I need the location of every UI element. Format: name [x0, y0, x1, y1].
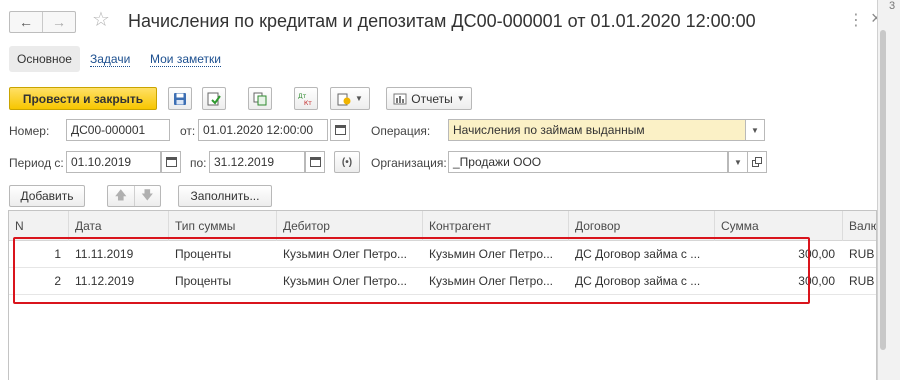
period-from-field[interactable]: 01.10.2019: [66, 151, 161, 173]
column-header-amount[interactable]: Сумма: [715, 211, 843, 241]
tab-my-notes[interactable]: Мои заметки: [150, 52, 221, 67]
fill-button[interactable]: Заполнить...: [178, 185, 272, 207]
period-to-field[interactable]: 31.12.2019: [209, 151, 305, 173]
cell-amount: 300,00: [798, 274, 835, 288]
tab-main[interactable]: Основное: [9, 46, 80, 72]
date-calendar-button[interactable]: [330, 119, 350, 141]
history-navigation: ← →: [9, 11, 76, 33]
reports-label: Отчеты: [411, 91, 453, 106]
post-button[interactable]: [202, 87, 226, 110]
chevron-down-icon: ▼: [751, 125, 759, 135]
cell-counterparty: Кузьмин Олег Петро...: [429, 274, 553, 288]
cell-contract: ДС Договор займа с ...: [575, 247, 701, 261]
period-to-label: по:: [190, 156, 207, 170]
move-up-icon[interactable]: 🡅: [108, 186, 135, 206]
period-select-icon: (•): [341, 156, 353, 168]
page-title: Начисления по кредитам и депозитам ДС00-…: [128, 11, 756, 31]
cell-amount-type: Проценты: [175, 274, 232, 288]
period-to-calendar-button[interactable]: [305, 151, 325, 173]
organization-label: Организация:: [371, 156, 447, 170]
create-based-on-dropdown[interactable]: ▼: [330, 87, 370, 110]
move-rows-group: 🡅 🡇: [107, 185, 161, 207]
cell-date: 11.11.2019: [75, 247, 134, 261]
column-header-date[interactable]: Дата: [69, 211, 169, 241]
more-icon[interactable]: ⋮: [848, 10, 865, 30]
cell-amount-type: Проценты: [175, 247, 232, 261]
copy-document-icon: [253, 92, 267, 105]
kt-label: Кт: [304, 100, 312, 106]
cell-date: 11.12.2019: [75, 274, 135, 288]
copy-document-button[interactable]: [248, 87, 272, 110]
chevron-down-icon: ▼: [734, 157, 742, 167]
move-down-icon[interactable]: 🡇: [135, 186, 161, 206]
cell-n: 2: [54, 274, 61, 288]
cell-debtor: Кузьмин Олег Петро...: [283, 274, 407, 288]
column-header-debtor[interactable]: Дебитор: [277, 211, 423, 241]
column-header-amount-type[interactable]: Тип суммы: [169, 211, 277, 241]
arrow-right-icon[interactable]: →: [42, 12, 75, 32]
date-field[interactable]: 01.01.2020 12:00:00: [198, 119, 328, 141]
create-based-on-icon: [337, 93, 351, 105]
right-panel-digit: 3: [889, 0, 896, 12]
operation-field[interactable]: Начисления по займам выданным: [448, 119, 746, 141]
save-icon: [174, 92, 186, 105]
column-header-currency[interactable]: Валю: [843, 211, 876, 241]
calendar-icon: [165, 157, 177, 167]
operation-label: Операция:: [371, 124, 431, 138]
column-header-n[interactable]: N: [9, 211, 69, 241]
period-from-label: Период с:: [9, 156, 64, 170]
cell-amount: 300,00: [798, 247, 835, 261]
reports-icon: [393, 93, 407, 104]
post-icon: [207, 92, 221, 105]
column-header-counterparty[interactable]: Контрагент: [423, 211, 569, 241]
tab-tasks[interactable]: Задачи: [90, 52, 131, 67]
column-header-contract[interactable]: Договор: [569, 211, 715, 241]
accruals-table: N Дата Тип суммы Дебитор Контрагент Дого…: [8, 210, 877, 380]
cell-currency: RUB: [849, 274, 875, 288]
dt-label: Дт: [298, 93, 307, 100]
organization-dropdown-button[interactable]: ▼: [728, 151, 748, 173]
period-select-button[interactable]: (•): [334, 151, 360, 173]
cell-counterparty: Кузьмин Олег Петро...: [429, 247, 553, 261]
star-icon[interactable]: ☆: [92, 7, 110, 33]
post-and-close-button[interactable]: Провести и закрыть: [9, 87, 157, 110]
cell-debtor: Кузьмин Олег Петро...: [283, 247, 407, 261]
calendar-icon: [309, 157, 321, 167]
calendar-icon: [334, 125, 346, 135]
table-row[interactable]: 2 11.12.2019 Проценты Кузьмин Олег Петро…: [9, 268, 876, 295]
number-field[interactable]: ДС00-000001: [66, 119, 170, 141]
scrollbar[interactable]: [880, 30, 886, 350]
dt-kt-button[interactable]: Дт Кт: [294, 87, 318, 110]
dt-kt-icon: Дт Кт: [298, 93, 312, 106]
reports-dropdown[interactable]: Отчеты ▼: [386, 87, 472, 110]
number-label: Номер:: [9, 124, 50, 138]
arrow-left-icon[interactable]: ←: [10, 12, 42, 32]
date-label: от:: [180, 124, 196, 138]
period-from-calendar-button[interactable]: [161, 151, 181, 173]
add-row-button[interactable]: Добавить: [9, 185, 85, 207]
operation-dropdown-button[interactable]: ▼: [745, 119, 765, 141]
save-button[interactable]: [168, 87, 192, 110]
table-header: N Дата Тип суммы Дебитор Контрагент Дого…: [9, 211, 876, 241]
cell-n: 1: [54, 247, 61, 261]
chevron-down-icon: ▼: [355, 94, 363, 103]
cell-contract: ДС Договор займа с ...: [575, 274, 701, 288]
chevron-down-icon: ▼: [456, 94, 465, 103]
table-row[interactable]: 1 11.11.2019 Проценты Кузьмин Олег Петро…: [9, 241, 876, 268]
organization-field[interactable]: _Продажи ООО: [448, 151, 728, 173]
organization-open-button[interactable]: [747, 151, 767, 173]
open-icon: [752, 157, 762, 167]
cell-currency: RUB: [849, 247, 875, 261]
